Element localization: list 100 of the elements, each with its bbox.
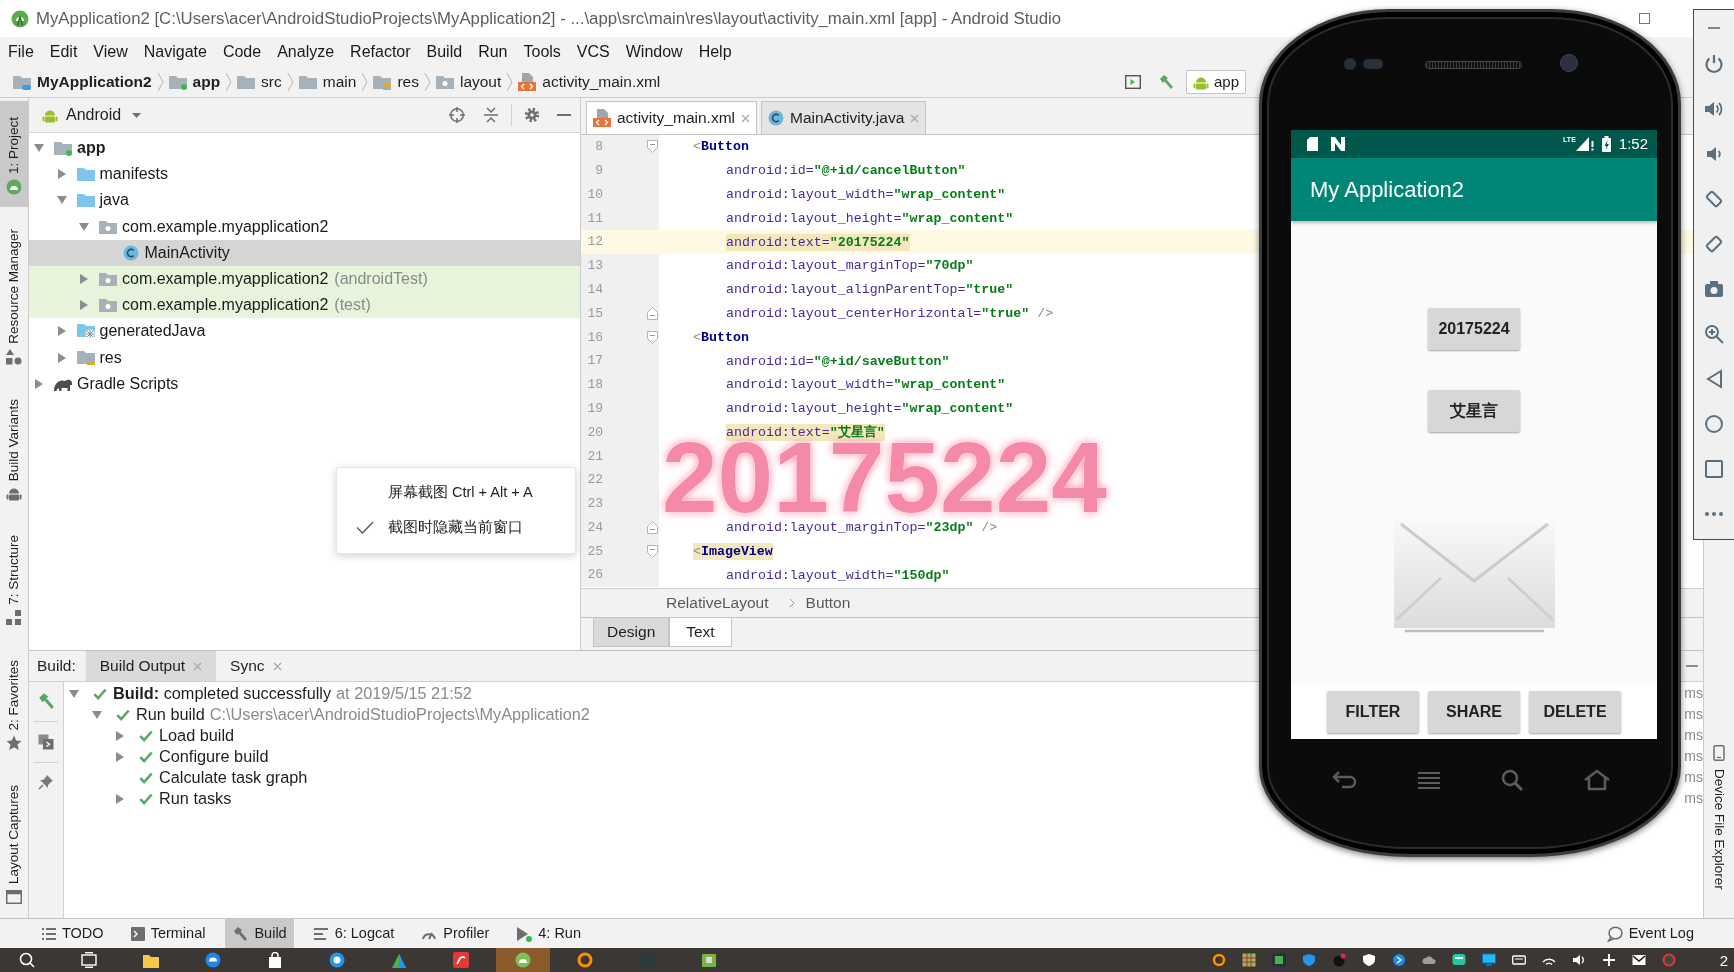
caret-down-icon[interactable] — [56, 196, 67, 205]
camera-icon[interactable] — [1704, 279, 1724, 298]
tool-window-tab[interactable]: Layout Captures — [0, 769, 28, 916]
breadcrumb-item[interactable]: MyApplication2 — [13, 70, 152, 94]
more-icon[interactable] — [1704, 510, 1724, 517]
tile-icon[interactable] — [1271, 953, 1286, 967]
view-selector-dropdown[interactable]: Android — [66, 103, 142, 127]
mode-tab[interactable]: Design — [593, 618, 670, 647]
pin-icon[interactable] — [38, 774, 54, 790]
breadcrumb-item[interactable]: layout — [435, 70, 502, 94]
tool-window-tab[interactable]: 1: Project — [0, 101, 28, 208]
badge-icon[interactable] — [1331, 953, 1346, 967]
breadcrumb-item[interactable]: RelativeLayout — [666, 591, 769, 615]
ring-icon[interactable] — [1661, 953, 1676, 967]
breadcrumb-item[interactable]: src — [237, 70, 282, 94]
caret-right-icon[interactable] — [35, 378, 43, 389]
caret-right-icon[interactable] — [57, 352, 66, 363]
breadcrumb-item[interactable]: res — [373, 70, 419, 94]
tool-window-button[interactable]: Terminal — [123, 919, 213, 948]
overview-icon[interactable] — [1705, 459, 1723, 478]
menu-item[interactable]: File — [0, 41, 42, 63]
shield-icon[interactable] — [1361, 953, 1376, 967]
cloud-icon[interactable] — [1421, 953, 1436, 967]
menu-option[interactable]: 屏幕截图 Ctrl + Alt + A — [337, 475, 575, 510]
caret-down-icon[interactable] — [92, 710, 102, 719]
editor-tab[interactable]: activity_main.xml — [586, 101, 757, 134]
zoom-in-icon[interactable] — [1704, 323, 1724, 344]
app-button[interactable]: 20175224 — [1428, 308, 1520, 350]
app-button[interactable]: DELETE — [1529, 691, 1621, 733]
menu-item[interactable]: Run — [470, 41, 516, 63]
app-button[interactable]: FILTER — [1327, 691, 1419, 733]
menu-item[interactable]: Analyze — [269, 41, 343, 63]
grid-icon[interactable] — [1241, 953, 1256, 967]
tile-icon[interactable] — [1451, 953, 1466, 967]
breadcrumb-item[interactable]: app — [168, 70, 221, 94]
menu-item[interactable]: VCS — [568, 41, 618, 63]
fold-marker-icon[interactable] — [646, 330, 658, 344]
menu-item[interactable]: Edit — [41, 41, 86, 63]
fold-marker-icon[interactable] — [646, 544, 658, 558]
tree-row[interactable]: com.example.myapplication2 (androidTest) — [29, 265, 580, 293]
caret-down-icon[interactable] — [34, 144, 44, 153]
caret-right-icon[interactable] — [116, 793, 124, 804]
plus-icon[interactable] — [1601, 953, 1616, 967]
caret-right-icon[interactable] — [80, 300, 88, 311]
restore-layout-icon[interactable] — [38, 734, 54, 750]
tool-window-tab[interactable]: Device File Explorer — [1711, 745, 1727, 890]
back-icon[interactable] — [1705, 368, 1723, 389]
speaker-icon[interactable] — [1571, 953, 1586, 967]
fold-marker-icon[interactable] — [646, 306, 658, 320]
tool-window-button[interactable]: TODO — [35, 919, 111, 948]
caret-right-icon[interactable] — [80, 274, 88, 285]
tool-window-button[interactable]: Build — [225, 919, 294, 948]
tool-window-button[interactable]: Event Log — [1606, 919, 1694, 948]
mode-tab[interactable]: Text — [669, 618, 732, 647]
menu-item[interactable]: Window — [617, 41, 691, 63]
locate-icon[interactable] — [449, 107, 465, 123]
maximize-icon[interactable] — [1639, 13, 1650, 24]
fold-marker-icon[interactable] — [646, 140, 658, 154]
collapse-all-icon[interactable] — [483, 107, 499, 123]
rotate-right-icon[interactable] — [1704, 233, 1724, 254]
caret-right-icon[interactable] — [116, 730, 124, 741]
hammer-icon[interactable] — [1157, 74, 1174, 90]
tool-window-button[interactable]: Profiler — [414, 919, 497, 948]
menu-item[interactable]: Build — [418, 41, 471, 63]
power-icon[interactable] — [1704, 53, 1724, 74]
breadcrumb-item[interactable]: main — [298, 70, 357, 94]
panel-tab[interactable]: Sync — [216, 651, 296, 681]
tool-window-tab[interactable]: Build Variants — [0, 382, 28, 514]
menu-item[interactable]: View — [85, 41, 136, 63]
tree-row[interactable]: MainActivity — [29, 239, 580, 266]
hammer-icon[interactable] — [37, 692, 55, 710]
run-config-dropdown[interactable]: app — [1185, 70, 1246, 94]
panel-tab[interactable]: Build Output — [85, 651, 217, 681]
menu-item[interactable]: Navigate — [135, 41, 215, 63]
home-icon[interactable] — [1704, 413, 1724, 434]
menu-item[interactable]: Tools — [515, 41, 569, 63]
breadcrumb-item[interactable]: activity_main.xml — [518, 70, 661, 94]
caret-right-icon[interactable] — [57, 326, 66, 337]
menu-item[interactable]: Code — [214, 41, 270, 63]
tree-row[interactable]: com.example.myapplication2 (test) — [29, 292, 580, 319]
tool-window-button[interactable]: 4: Run — [509, 919, 588, 948]
monitor-icon[interactable] — [1481, 953, 1496, 967]
run-window-icon[interactable] — [1124, 75, 1141, 89]
menu-item[interactable]: Help — [690, 41, 740, 63]
settings-icon[interactable] — [524, 107, 540, 123]
menu-item[interactable]: Refactor — [342, 41, 419, 63]
app-button[interactable]: SHARE — [1428, 691, 1520, 733]
circle-icon[interactable] — [1391, 953, 1406, 967]
keyboard-icon[interactable] — [1511, 953, 1526, 967]
fold-marker-icon[interactable] — [646, 521, 658, 535]
tool-window-tab[interactable]: 2: Favorites — [0, 643, 28, 764]
close-icon[interactable] — [741, 113, 750, 123]
ring-icon[interactable] — [1211, 953, 1226, 967]
caret-right-icon[interactable] — [116, 751, 124, 762]
tool-window-tab[interactable]: 7: Structure — [0, 519, 28, 638]
breadcrumb-item[interactable]: Button — [805, 591, 851, 615]
caret-right-icon[interactable] — [57, 169, 66, 180]
caret-down-icon[interactable] — [69, 689, 79, 698]
tool-window-tab[interactable]: Resource Manager — [0, 213, 28, 377]
home-icon[interactable] — [1583, 768, 1611, 792]
